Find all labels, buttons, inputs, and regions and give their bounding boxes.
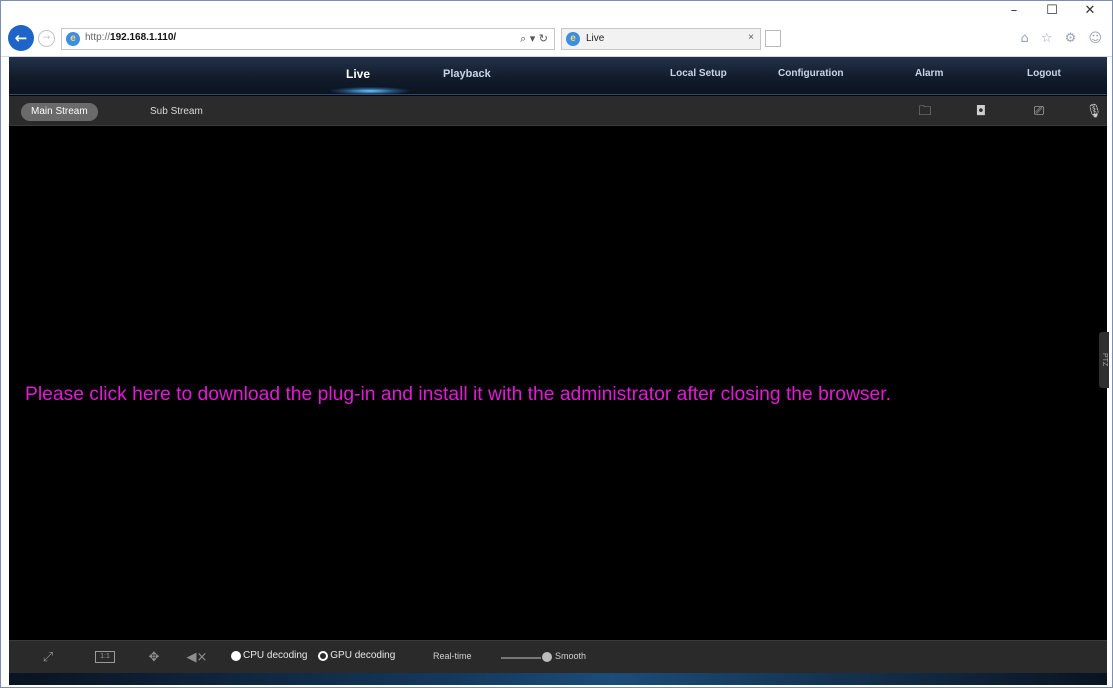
cpu-decoding-radio[interactable]: [231, 650, 241, 661]
camera-web-app: Live Playback Local Setup Configuration …: [9, 57, 1109, 685]
ptz-move-icon[interactable]: ✥: [145, 649, 163, 667]
realtime-label: Real-time: [433, 651, 472, 661]
microphone-icon[interactable]: 🎙: [1084, 103, 1104, 121]
sub-stream-button[interactable]: Sub Stream: [140, 103, 213, 121]
main-stream-button[interactable]: Main Stream: [21, 103, 98, 121]
video-control-bar: ⤢ 1:1 ✥ ◀× CPU decoding GPU decoding Rea…: [9, 640, 1107, 673]
nav-logout[interactable]: Logout: [1027, 68, 1061, 79]
nav-alarm[interactable]: Alarm: [915, 68, 943, 79]
search-record-icon[interactable]: 🗀: [915, 103, 935, 121]
tab-site-icon: e: [566, 32, 580, 46]
address-tools[interactable]: ⌕ ▾ ↻: [520, 32, 548, 46]
stream-mode-slider[interactable]: [501, 657, 541, 659]
nav-configuration[interactable]: Configuration: [778, 68, 844, 79]
decoding-options: CPU decoding GPU decoding: [231, 650, 403, 661]
address-bar[interactable]: e http://192.168.1.110/ ⌕ ▾ ↻: [61, 28, 555, 50]
browser-toolbar: ← → e http://192.168.1.110/ ⌕ ▾ ↻ e Live…: [1, 21, 1112, 57]
snapshot-icon[interactable]: ◘: [971, 103, 991, 121]
gpu-decoding-radio[interactable]: [318, 650, 329, 661]
site-icon: e: [66, 32, 80, 46]
ptz-panel-toggle[interactable]: PTZ: [1099, 332, 1109, 388]
ratio-button[interactable]: 1:1: [95, 651, 115, 663]
back-icon[interactable]: ←: [8, 25, 34, 51]
minimize-button[interactable]: –: [1001, 3, 1027, 19]
nav-live[interactable]: Live: [346, 67, 370, 81]
gpu-decoding-label: GPU decoding: [330, 650, 396, 661]
smooth-label: Smooth: [555, 651, 587, 661]
maximize-button[interactable]: ☐: [1039, 3, 1065, 19]
bottom-glow-decoration: [9, 673, 1107, 685]
stream-toolbar: Main Stream Sub Stream 🗀 ◘ ⎚ 🎙: [9, 96, 1107, 126]
mute-icon[interactable]: ◀×: [183, 649, 211, 667]
title-bar: – ☐ ✕: [1, 1, 1112, 21]
stream-mode-slider-handle[interactable]: [542, 652, 552, 662]
browser-window: – ☐ ✕ ← → e http://192.168.1.110/ ⌕ ▾ ↻ …: [0, 0, 1113, 688]
forward-icon[interactable]: →: [38, 30, 55, 47]
browser-action-icons[interactable]: ⌂ ☆ ⚙ ☺: [1020, 31, 1106, 46]
fullscreen-icon[interactable]: ⤢: [39, 649, 57, 667]
close-button[interactable]: ✕: [1077, 3, 1103, 19]
active-nav-indicator: [331, 87, 409, 95]
tab-close-icon[interactable]: ×: [748, 32, 754, 43]
nav-local-setup[interactable]: Local Setup: [670, 68, 727, 79]
url-text: http://192.168.1.110/: [85, 32, 177, 43]
cpu-decoding-label: CPU decoding: [243, 650, 308, 661]
video-area[interactable]: Please click here to download the plug-i…: [9, 127, 1109, 640]
top-navigation: Live Playback Local Setup Configuration …: [9, 57, 1107, 95]
nav-playback[interactable]: Playback: [443, 68, 491, 80]
new-tab-button[interactable]: [765, 30, 781, 47]
plugin-download-link[interactable]: Please click here to download the plug-i…: [25, 384, 891, 406]
browser-tab[interactable]: e Live ×: [561, 28, 761, 50]
record-icon[interactable]: ⎚: [1029, 103, 1049, 121]
tab-title: Live: [586, 33, 605, 44]
